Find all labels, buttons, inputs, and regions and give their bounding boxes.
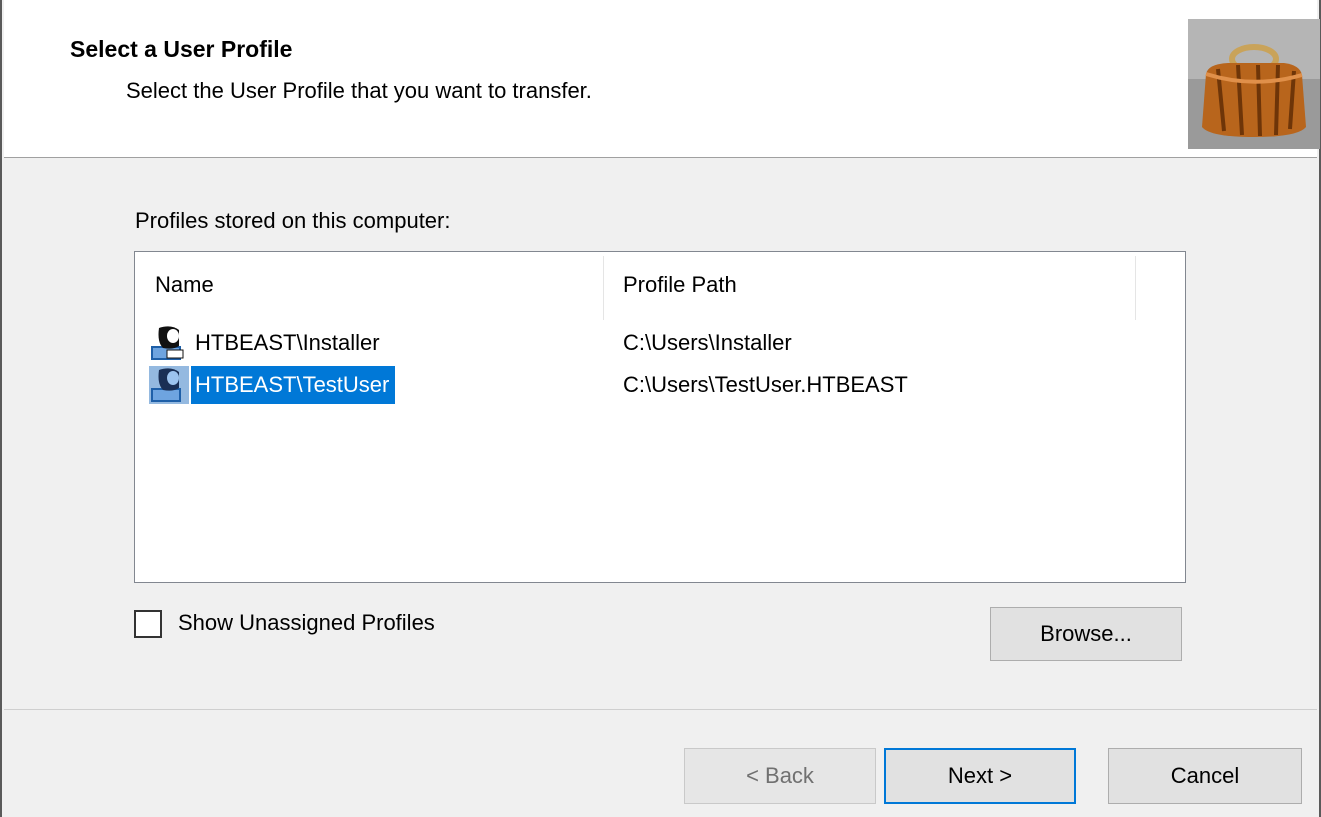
next-button[interactable]: Next > [884, 748, 1076, 804]
profile-name: HTBEAST\Installer [195, 330, 380, 355]
cancel-button[interactable]: Cancel [1108, 748, 1302, 804]
checkbox-box[interactable] [134, 610, 162, 638]
browse-button[interactable]: Browse... [990, 607, 1182, 661]
migration-bag-icon [1188, 19, 1320, 149]
list-item-testuser[interactable]: HTBEAST\TestUser C:\Users\TestUser.HTBEA… [149, 364, 1179, 404]
column-header-name[interactable]: Name [155, 272, 214, 298]
user-profile-icon [149, 324, 189, 362]
footer-divider [4, 709, 1317, 710]
list-item-installer[interactable]: HTBEAST\Installer C:\Users\Installer [149, 322, 1179, 362]
page-title: Select a User Profile [70, 36, 293, 62]
profile-name-selected: HTBEAST\TestUser [191, 366, 396, 404]
page-subtitle: Select the User Profile that you want to… [126, 78, 592, 103]
wizard-window: Select a User Profile Select the User Pr… [0, 0, 1321, 817]
column-divider[interactable] [1135, 256, 1136, 320]
checkbox-label[interactable]: Show Unassigned Profiles [178, 610, 435, 636]
wizard-header: Select a User Profile Select the User Pr… [4, 0, 1320, 158]
column-header-profile-path[interactable]: Profile Path [623, 272, 737, 298]
back-button[interactable]: < Back [684, 748, 876, 804]
user-profile-icon [149, 366, 189, 404]
profile-path: C:\Users\Installer [623, 330, 792, 355]
profiles-list-label: Profiles stored on this computer: [135, 208, 451, 233]
column-divider[interactable] [603, 256, 604, 320]
profile-path: C:\Users\TestUser.HTBEAST [623, 372, 908, 397]
profiles-listview[interactable]: Name Profile Path HTBEAST\Installer C:\U… [134, 251, 1186, 583]
